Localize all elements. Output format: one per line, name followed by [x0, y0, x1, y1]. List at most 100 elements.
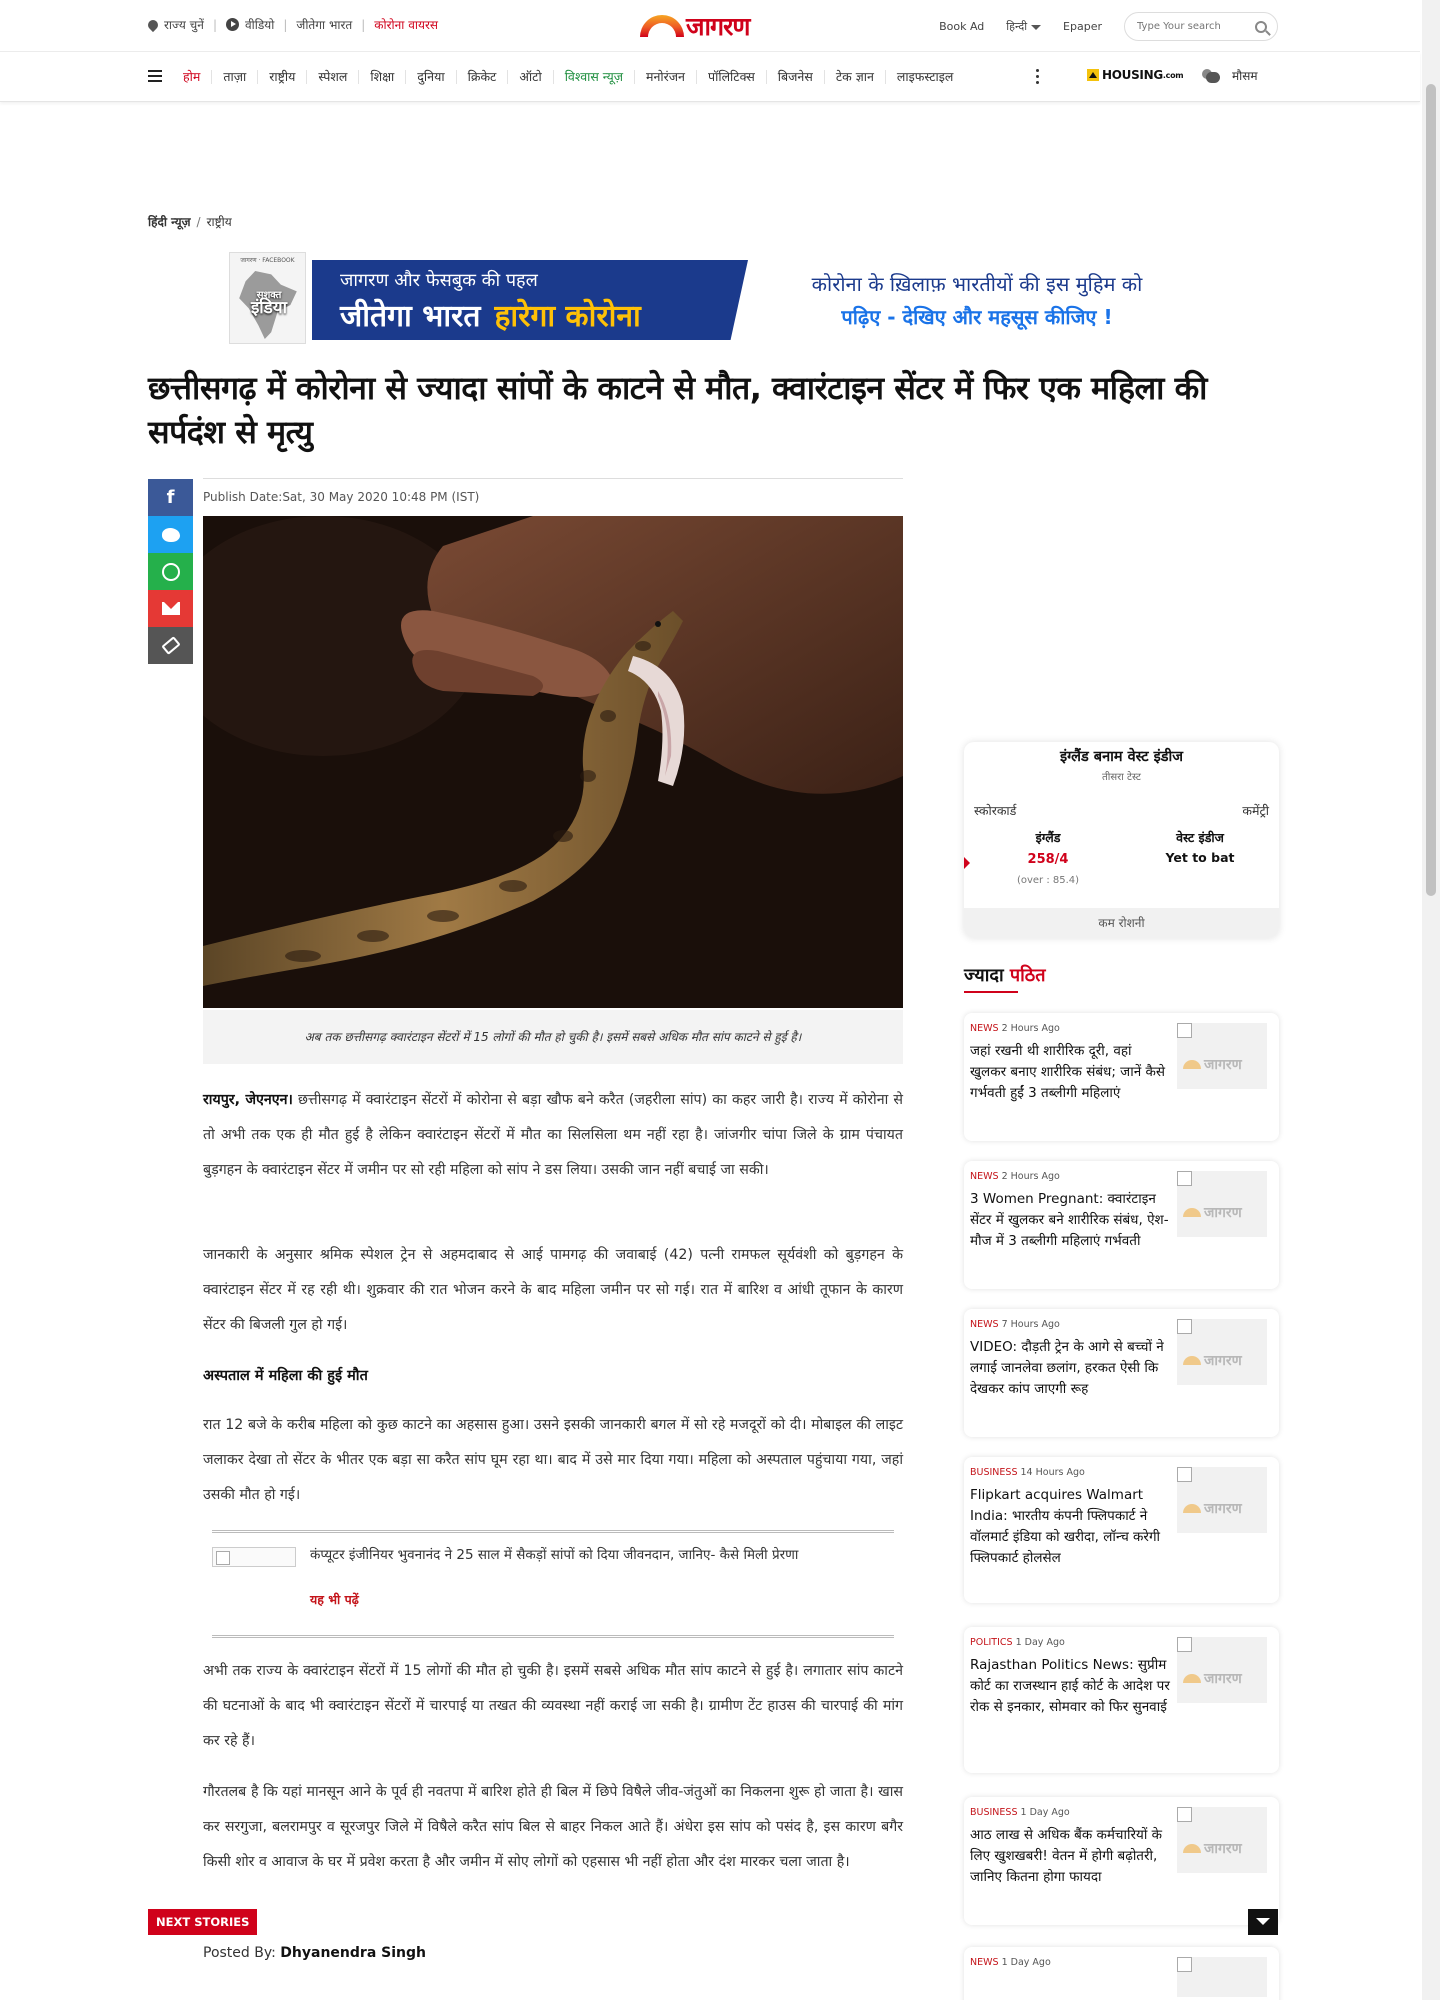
campaign-banner[interactable]: जागरण · FACEBOOK सशक्त इंडिया जागरण और फे…	[229, 252, 1175, 346]
nav-item-home[interactable]: होम	[172, 70, 213, 84]
nav-item-business[interactable]: बिजनेस	[767, 70, 825, 84]
nav-item-world[interactable]: दुनिया	[406, 70, 457, 84]
article-paragraph-5: गौरतलब है कि यहां मानसून आने के पूर्व ही…	[203, 1784, 903, 1870]
most-read-card[interactable]: BUSINESS 14 Hours Ago Flipkart acquires …	[964, 1457, 1279, 1603]
card-time: 7 Hours Ago	[1001, 1319, 1060, 1330]
scrollbar-thumb[interactable]	[1426, 84, 1436, 896]
scroll-down-button[interactable]	[1248, 1909, 1278, 1935]
jagran-logo[interactable]: जागरण	[640, 10, 786, 42]
most-read-card[interactable]: NEWS 1 Day Ago	[964, 1947, 1279, 2000]
article-paragraph-2: जानकारी के अनुसार श्रमिक स्पेशल ट्रेन से…	[203, 1247, 903, 1333]
also-read-label: यह भी पढ़ें	[310, 1592, 359, 1607]
language-select[interactable]: हिन्दी	[1006, 19, 1042, 34]
cricket-score-widget[interactable]: इंग्लैंड बनाम वेस्ट इंडीज तीसरा टेस्ट स्…	[964, 742, 1279, 938]
nav-item-lifestyle[interactable]: लाइफस्टाइल	[886, 70, 965, 84]
article-photo-snake[interactable]	[203, 516, 903, 1008]
video-link[interactable]: वीडियो	[225, 16, 274, 33]
related-title[interactable]: कंप्यूटर इंजीनियर भुवनानंद ने 25 साल में…	[310, 1545, 886, 1565]
divider	[203, 478, 903, 479]
housing-suffix: .com	[1162, 70, 1184, 80]
cloud-icon	[1200, 68, 1222, 83]
nav-item-vishvas-news[interactable]: विश्वास न्यूज़	[554, 70, 636, 84]
nav-item-education[interactable]: शिक्षा	[359, 70, 407, 84]
search-input[interactable]	[1137, 21, 1247, 32]
card-thumbnail: जागरण	[1177, 1637, 1267, 1703]
page-scrollbar[interactable]	[1422, 0, 1440, 2000]
corona-virus-link[interactable]: कोरोना वायरस	[374, 16, 438, 33]
nav-item-politics[interactable]: पॉलिटिक्स	[697, 70, 767, 84]
card-title[interactable]: VIDEO: दौड़ती ट्रेन के आगे से बच्चों ने …	[970, 1337, 1170, 1400]
related-article-card[interactable]: कंप्यूटर इंजीनियर भुवनानंद ने 25 साल में…	[212, 1530, 894, 1638]
most-read-card[interactable]: BUSINESS 1 Day Ago आठ लाख से अधिक बैंक क…	[964, 1797, 1279, 1925]
twitter-share-button[interactable]	[148, 516, 193, 553]
breadcrumb-home[interactable]: हिंदी न्यूज़	[148, 215, 191, 229]
card-meta: BUSINESS 1 Day Ago	[970, 1807, 1070, 1818]
nav-items: होम ताज़ा राष्ट्रीय स्पेशल शिक्षा दुनिया…	[172, 52, 964, 102]
nav-item-auto[interactable]: ऑटो	[508, 70, 554, 84]
image-placeholder-icon	[1177, 1467, 1192, 1482]
whatsapp-share-button[interactable]	[148, 553, 193, 590]
caret-right-icon[interactable]	[964, 857, 970, 869]
card-title[interactable]: आठ लाख से अधिक बैंक कर्मचारियों के लिए ख…	[970, 1825, 1170, 1888]
jagran-placeholder-logo: जागरण	[1183, 1499, 1242, 1518]
sun-logo-icon	[640, 15, 684, 37]
next-stories-button[interactable]: NEXT STORIES	[148, 1909, 258, 1935]
state-select[interactable]: राज्य चुनें	[145, 16, 204, 33]
search-icon[interactable]	[1255, 20, 1267, 33]
team1-name: इंग्लैंड	[1035, 830, 1061, 845]
card-category: POLITICS	[970, 1637, 1013, 1648]
banner-line2: जीतेगा भारत हारेगा कोरोना	[340, 294, 748, 335]
card-title[interactable]: Rajasthan Politics News: सुप्रीम कोर्ट क…	[970, 1655, 1170, 1718]
facebook-icon: f	[166, 487, 175, 508]
commentary-link[interactable]: कमेंट्री	[1242, 802, 1269, 819]
hamburger-menu-icon[interactable]	[148, 70, 162, 82]
breadcrumb-section[interactable]: राष्ट्रीय	[207, 215, 232, 229]
banner-line1: जागरण और फेसबुक की पहल	[340, 270, 538, 291]
article-paragraph-4: अभी तक राज्य के क्वारंटाइन सेंटरों में 1…	[203, 1663, 903, 1749]
nav-item-cricket[interactable]: क्रिकेट	[457, 70, 509, 84]
most-read-card[interactable]: NEWS 2 Hours Ago जहां रखनी थी शारीरिक दू…	[964, 1013, 1279, 1141]
card-title[interactable]: जहां रखनी थी शारीरिक दूरी, वहां खुलकर बन…	[970, 1041, 1170, 1104]
nav-item-tech[interactable]: टेक ज्ञान	[825, 70, 886, 84]
book-ad-link[interactable]: Book Ad	[939, 20, 984, 33]
chevron-down-icon	[1031, 24, 1042, 30]
twitter-icon	[161, 527, 180, 542]
most-read-card[interactable]: NEWS 7 Hours Ago VIDEO: दौड़ती ट्रेन के …	[964, 1309, 1279, 1437]
card-time: 1 Day Ago	[1015, 1637, 1065, 1648]
badge-text: सशक्त इंडिया	[234, 289, 304, 317]
image-placeholder-icon	[1177, 1171, 1192, 1186]
epaper-link[interactable]: Epaper	[1063, 20, 1102, 33]
housing-icon	[1087, 69, 1099, 81]
card-meta: POLITICS 1 Day Ago	[970, 1637, 1065, 1648]
most-read-card[interactable]: NEWS 2 Hours Ago 3 Women Pregnant: क्वार…	[964, 1161, 1279, 1289]
photo-caption: अब तक छत्तीसगढ़ क्वारंटाइन सेंटरों में 1…	[203, 1010, 903, 1064]
housing-label: HOUSING	[1102, 68, 1163, 82]
team1-score: 258/4	[1027, 852, 1069, 867]
email-share-button[interactable]	[148, 590, 193, 627]
team2-name: वेस्ट इंडीज	[1176, 830, 1224, 845]
nav-item-latest[interactable]: ताज़ा	[212, 70, 259, 84]
logo-text: जागरण	[686, 12, 750, 41]
more-menu-icon[interactable]	[1036, 69, 1039, 84]
card-meta: NEWS 7 Hours Ago	[970, 1319, 1060, 1330]
scorecard-link[interactable]: स्कोरकार्ड	[974, 802, 1016, 819]
nav-item-entertainment[interactable]: मनोरंजन	[635, 70, 697, 84]
banner-right-text: कोरोना के ख़िलाफ़ भारतीयों की इस मुहिम क…	[779, 270, 1175, 330]
author-name[interactable]: Dhyanendra Singh	[280, 1945, 426, 1961]
card-title[interactable]: Flipkart acquires Walmart India: भारतीय …	[970, 1485, 1170, 1569]
card-title[interactable]: 3 Women Pregnant: क्वारंटाइन सेंटर में ख…	[970, 1189, 1170, 1252]
nav-item-national[interactable]: राष्ट्रीय	[258, 70, 308, 84]
placeholder-logo-text: जागरण	[1204, 1671, 1242, 1687]
article-headline: छत्तीसगढ़ में कोरोना से ज्यादा सांपों के…	[148, 369, 1207, 451]
nav-item-special[interactable]: स्पेशल	[307, 70, 360, 84]
most-read-card[interactable]: POLITICS 1 Day Ago Rajasthan Politics Ne…	[964, 1627, 1279, 1773]
weather-link[interactable]: मौसम	[1200, 67, 1258, 84]
jeetega-bharat-link[interactable]: जीतेगा भारत	[296, 16, 352, 33]
card-meta: NEWS 1 Day Ago	[970, 1957, 1051, 1968]
state-select-label: राज्य चुनें	[164, 18, 204, 32]
jagran-placeholder-logo: जागरण	[1183, 1055, 1242, 1074]
facebook-share-button[interactable]: f	[148, 479, 193, 516]
housing-logo[interactable]: HOUSING .com	[1087, 68, 1184, 82]
tag-button[interactable]	[148, 627, 193, 664]
banner-blue-panel: जागरण और फेसबुक की पहल जीतेगा भारत हारेगा…	[312, 260, 748, 340]
